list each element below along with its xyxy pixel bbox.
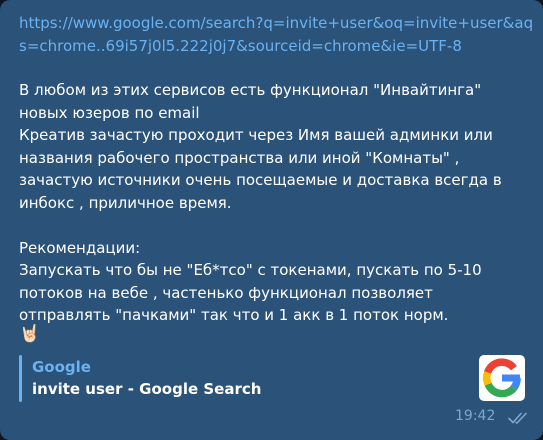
message-time: 19:42 — [455, 408, 496, 424]
preview-accent-bar — [19, 355, 22, 402]
preview-title: invite user - Google Search — [32, 380, 262, 398]
message-text: В любом из этих сервисов есть функционал… — [19, 81, 502, 324]
google-logo-icon[interactable] — [479, 355, 525, 401]
preview-site-name: Google — [32, 358, 91, 376]
message-meta: 19:42 — [455, 404, 535, 426]
message-bubble[interactable]: https://www.google.com/search?q=invite+u… — [0, 0, 543, 440]
double-check-icon — [508, 409, 530, 424]
message-link[interactable]: https://www.google.com/search?q=invite+u… — [19, 12, 537, 57]
rock-hand-emoji: 🤘🏻 — [19, 324, 41, 344]
link-preview[interactable]: Google invite user - Google Search — [19, 355, 529, 402]
